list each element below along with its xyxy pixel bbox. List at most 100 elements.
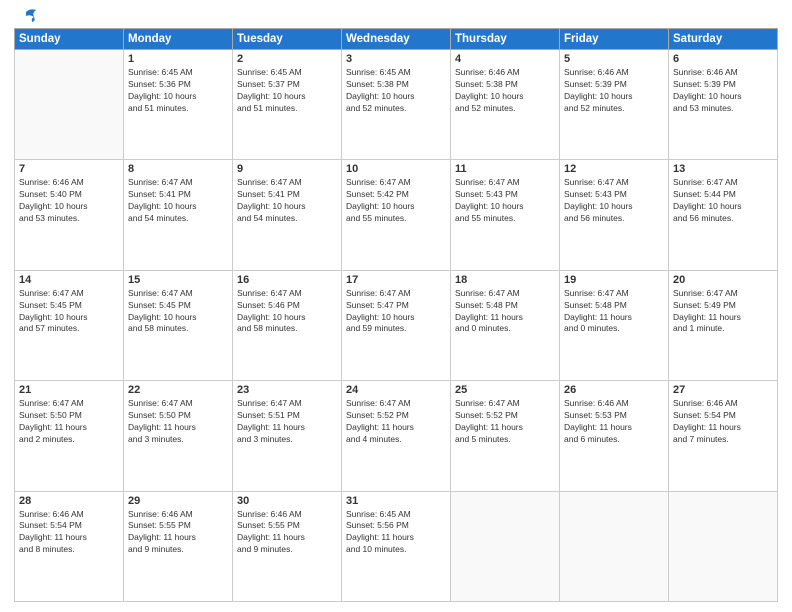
day-number: 18 xyxy=(455,274,555,286)
calendar-cell xyxy=(560,491,669,601)
calendar-cell: 4Sunrise: 6:46 AMSunset: 5:38 PMDaylight… xyxy=(451,50,560,160)
calendar-header-row: SundayMondayTuesdayWednesdayThursdayFrid… xyxy=(15,29,778,50)
calendar-cell: 15Sunrise: 6:47 AMSunset: 5:45 PMDayligh… xyxy=(124,270,233,380)
day-number: 6 xyxy=(673,53,773,65)
day-info: Sunrise: 6:46 AMSunset: 5:40 PMDaylight:… xyxy=(19,177,119,225)
calendar-cell: 21 Sunrise: 6:47 AMSunset: 5:50 PMDayligh… xyxy=(15,381,124,491)
day-number: 11 xyxy=(455,163,555,175)
calendar-cell: 25 Sunrise: 6:47 AMSunset: 5:52 PMDayligh… xyxy=(451,381,560,491)
calendar-cell: 18Sunrise: 6:47 AMSunset: 5:48 PMDayligh… xyxy=(451,270,560,380)
calendar-cell: 24 Sunrise: 6:47 AMSunset: 5:52 PMDayligh… xyxy=(342,381,451,491)
day-number: 15 xyxy=(128,274,228,286)
day-number: 5 xyxy=(564,53,664,65)
day-number: 2 xyxy=(237,53,337,65)
day-info: Sunrise: 6:47 AMSunset: 5:43 PMDaylight:… xyxy=(564,177,664,225)
day-info: Sunrise: 6:46 AMSunset: 5:54 PMDaylight:… xyxy=(19,509,119,557)
day-number: 4 xyxy=(455,53,555,65)
day-info: Sunrise: 6:45 AMSunset: 5:56 PMDaylight:… xyxy=(346,509,446,557)
calendar-cell: 17Sunrise: 6:47 AMSunset: 5:47 PMDayligh… xyxy=(342,270,451,380)
day-info: Sunrise: 6:45 AMSunset: 5:38 PMDaylight:… xyxy=(346,67,446,115)
calendar-header-tuesday: Tuesday xyxy=(233,29,342,50)
day-info: Sunrise: 6:47 AMSunset: 5:46 PMDaylight:… xyxy=(237,288,337,336)
day-number: 24 xyxy=(346,384,446,396)
logo-bird-icon xyxy=(16,8,38,26)
day-info: Sunrise: 6:46 AMSunset: 5:53 PMDaylight:… xyxy=(564,398,664,446)
day-number: 14 xyxy=(19,274,119,286)
calendar-cell: 16 Sunrise: 6:47 AMSunset: 5:46 PMDayligh… xyxy=(233,270,342,380)
calendar-cell: 13Sunrise: 6:47 AMSunset: 5:44 PMDayligh… xyxy=(669,160,778,270)
day-info: Sunrise: 6:47 AMSunset: 5:41 PMDaylight:… xyxy=(237,177,337,225)
calendar-cell: 19Sunrise: 6:47 AMSunset: 5:48 PMDayligh… xyxy=(560,270,669,380)
header xyxy=(14,10,778,26)
calendar-cell xyxy=(669,491,778,601)
calendar-cell: 14 Sunrise: 6:47 AMSunset: 5:45 PMDayligh… xyxy=(15,270,124,380)
calendar-header-friday: Friday xyxy=(560,29,669,50)
calendar-cell: 30 Sunrise: 6:46 AMSunset: 5:55 PMDayligh… xyxy=(233,491,342,601)
day-info: Sunrise: 6:47 AMSunset: 5:44 PMDaylight:… xyxy=(673,177,773,225)
day-number: 23 xyxy=(237,384,337,396)
calendar-cell: 20 Sunrise: 6:47 AMSunset: 5:49 PMDayligh… xyxy=(669,270,778,380)
calendar-cell: 3 Sunrise: 6:45 AMSunset: 5:38 PMDaylight… xyxy=(342,50,451,160)
day-number: 12 xyxy=(564,163,664,175)
calendar-table: SundayMondayTuesdayWednesdayThursdayFrid… xyxy=(14,28,778,602)
day-number: 16 xyxy=(237,274,337,286)
day-number: 31 xyxy=(346,495,446,507)
calendar-header-sunday: Sunday xyxy=(15,29,124,50)
day-number: 20 xyxy=(673,274,773,286)
day-info: Sunrise: 6:45 AMSunset: 5:36 PMDaylight:… xyxy=(128,67,228,115)
day-info: Sunrise: 6:47 AMSunset: 5:49 PMDaylight:… xyxy=(673,288,773,336)
day-info: Sunrise: 6:47 AMSunset: 5:45 PMDaylight:… xyxy=(19,288,119,336)
logo xyxy=(14,10,38,26)
day-number: 29 xyxy=(128,495,228,507)
day-number: 3 xyxy=(346,53,446,65)
day-info: Sunrise: 6:47 AMSunset: 5:42 PMDaylight:… xyxy=(346,177,446,225)
calendar-header-saturday: Saturday xyxy=(669,29,778,50)
day-number: 8 xyxy=(128,163,228,175)
day-number: 7 xyxy=(19,163,119,175)
calendar-cell: 2 Sunrise: 6:45 AMSunset: 5:37 PMDaylight… xyxy=(233,50,342,160)
day-number: 10 xyxy=(346,163,446,175)
calendar-cell: 26 Sunrise: 6:46 AMSunset: 5:53 PMDayligh… xyxy=(560,381,669,491)
day-info: Sunrise: 6:47 AMSunset: 5:50 PMDaylight:… xyxy=(19,398,119,446)
calendar-cell: 27 Sunrise: 6:46 AMSunset: 5:54 PMDayligh… xyxy=(669,381,778,491)
calendar-cell: 12 Sunrise: 6:47 AMSunset: 5:43 PMDayligh… xyxy=(560,160,669,270)
calendar-cell: 31 Sunrise: 6:45 AMSunset: 5:56 PMDayligh… xyxy=(342,491,451,601)
day-number: 30 xyxy=(237,495,337,507)
day-number: 26 xyxy=(564,384,664,396)
calendar-cell xyxy=(15,50,124,160)
calendar-cell: 10 Sunrise: 6:47 AMSunset: 5:42 PMDayligh… xyxy=(342,160,451,270)
day-info: Sunrise: 6:46 AMSunset: 5:55 PMDaylight:… xyxy=(237,509,337,557)
day-info: Sunrise: 6:47 AMSunset: 5:48 PMDaylight:… xyxy=(564,288,664,336)
day-number: 28 xyxy=(19,495,119,507)
day-info: Sunrise: 6:46 AMSunset: 5:39 PMDaylight:… xyxy=(564,67,664,115)
day-info: Sunrise: 6:47 AMSunset: 5:47 PMDaylight:… xyxy=(346,288,446,336)
calendar-week-row: 1 Sunrise: 6:45 AMSunset: 5:36 PMDaylight… xyxy=(15,50,778,160)
day-info: Sunrise: 6:45 AMSunset: 5:37 PMDaylight:… xyxy=(237,67,337,115)
day-number: 9 xyxy=(237,163,337,175)
title-block xyxy=(58,10,778,12)
calendar-cell: 6Sunrise: 6:46 AMSunset: 5:39 PMDaylight… xyxy=(669,50,778,160)
day-number: 1 xyxy=(128,53,228,65)
calendar-header-wednesday: Wednesday xyxy=(342,29,451,50)
day-info: Sunrise: 6:46 AMSunset: 5:54 PMDaylight:… xyxy=(673,398,773,446)
day-number: 22 xyxy=(128,384,228,396)
calendar-cell: 11Sunrise: 6:47 AMSunset: 5:43 PMDayligh… xyxy=(451,160,560,270)
day-number: 27 xyxy=(673,384,773,396)
calendar-cell: 23Sunrise: 6:47 AMSunset: 5:51 PMDayligh… xyxy=(233,381,342,491)
day-info: Sunrise: 6:47 AMSunset: 5:52 PMDaylight:… xyxy=(346,398,446,446)
day-info: Sunrise: 6:46 AMSunset: 5:55 PMDaylight:… xyxy=(128,509,228,557)
calendar-cell: 5 Sunrise: 6:46 AMSunset: 5:39 PMDaylight… xyxy=(560,50,669,160)
calendar-cell: 9 Sunrise: 6:47 AMSunset: 5:41 PMDaylight… xyxy=(233,160,342,270)
calendar-cell: 7 Sunrise: 6:46 AMSunset: 5:40 PMDaylight… xyxy=(15,160,124,270)
calendar-header-monday: Monday xyxy=(124,29,233,50)
calendar-cell: 1 Sunrise: 6:45 AMSunset: 5:36 PMDaylight… xyxy=(124,50,233,160)
calendar-week-row: 14 Sunrise: 6:47 AMSunset: 5:45 PMDayligh… xyxy=(15,270,778,380)
calendar-week-row: 7 Sunrise: 6:46 AMSunset: 5:40 PMDaylight… xyxy=(15,160,778,270)
calendar-cell xyxy=(451,491,560,601)
calendar-page: SundayMondayTuesdayWednesdayThursdayFrid… xyxy=(0,0,792,612)
day-number: 21 xyxy=(19,384,119,396)
day-number: 25 xyxy=(455,384,555,396)
day-info: Sunrise: 6:47 AMSunset: 5:52 PMDaylight:… xyxy=(455,398,555,446)
day-info: Sunrise: 6:47 AMSunset: 5:50 PMDaylight:… xyxy=(128,398,228,446)
calendar-header-thursday: Thursday xyxy=(451,29,560,50)
